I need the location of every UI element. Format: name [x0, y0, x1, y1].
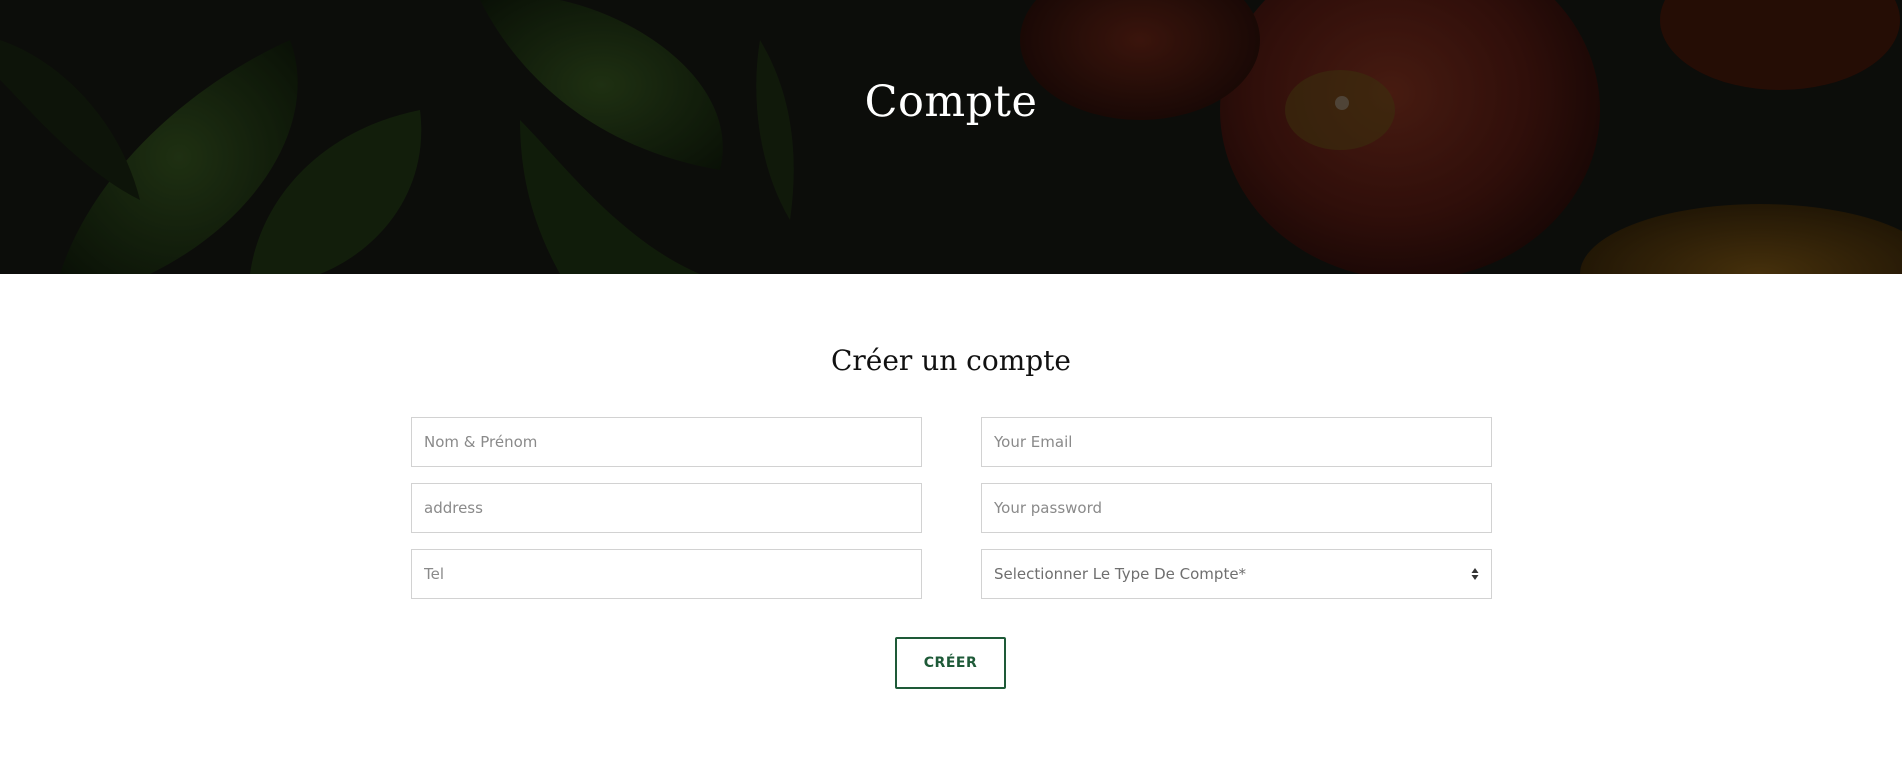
- tel-field[interactable]: [411, 549, 922, 599]
- email-field[interactable]: [981, 417, 1492, 467]
- up-down-caret-icon: [1471, 568, 1479, 580]
- form-title: Créer un compte: [830, 344, 1072, 377]
- account-type-select[interactable]: Selectionner Le Type De Compte*: [981, 549, 1492, 599]
- name-field[interactable]: [411, 417, 922, 467]
- page-title: Compte: [864, 77, 1038, 127]
- account-type-selected-value: Selectionner Le Type De Compte*: [994, 565, 1247, 583]
- password-field[interactable]: [981, 483, 1492, 533]
- hero-background-image: [0, 0, 1902, 274]
- address-field[interactable]: [411, 483, 922, 533]
- create-account-button[interactable]: CRÉER: [895, 637, 1006, 689]
- hero-banner: Compte: [0, 0, 1902, 274]
